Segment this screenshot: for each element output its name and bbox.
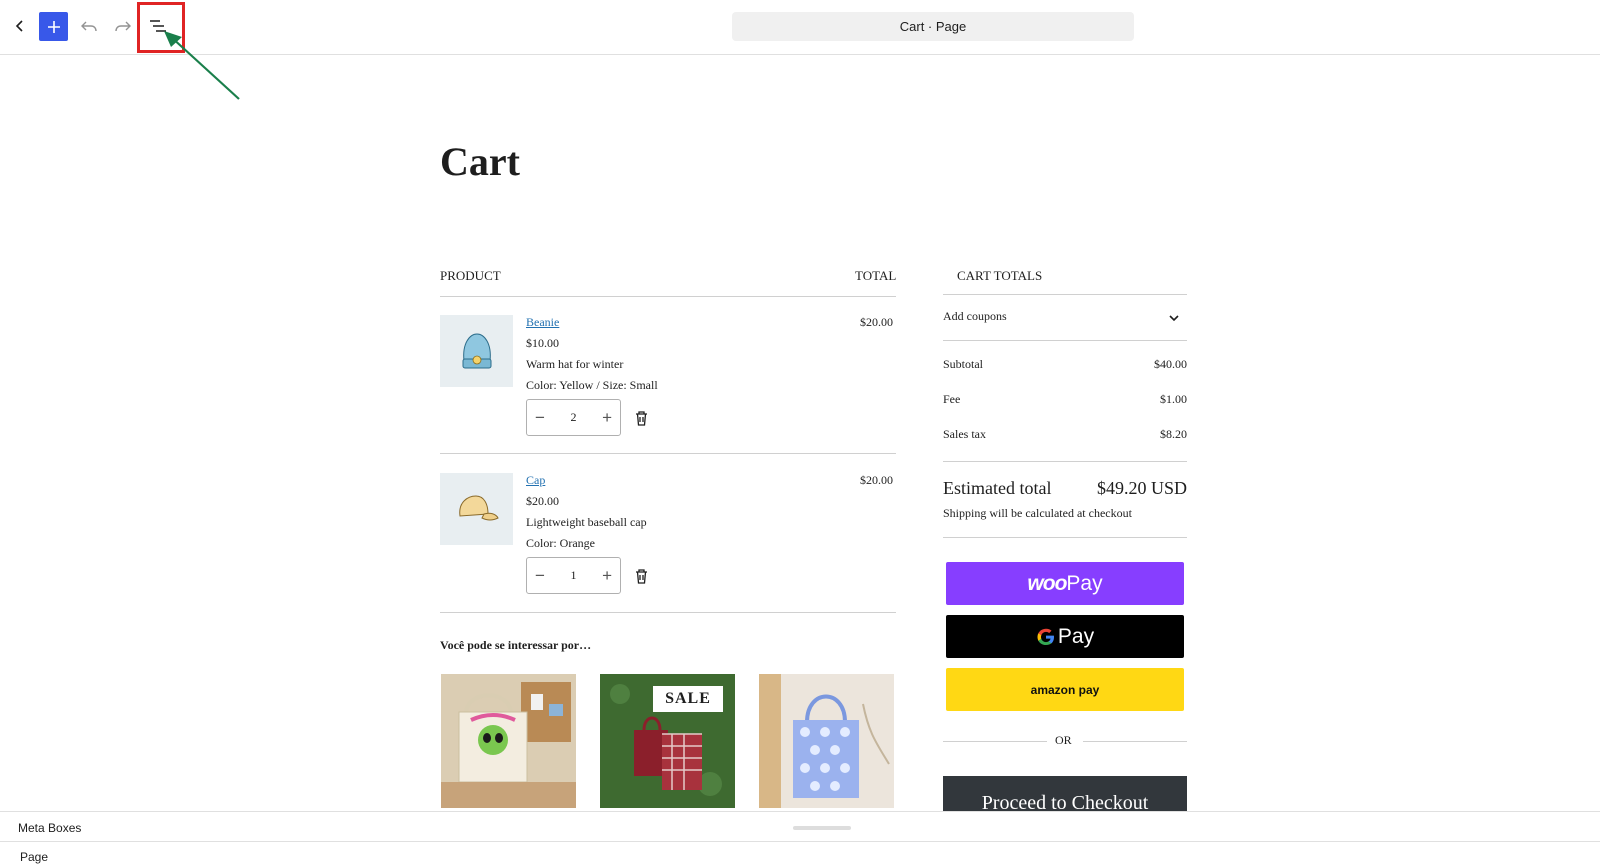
divider — [440, 612, 896, 613]
google-pay-label: Pay — [1057, 624, 1095, 648]
divider — [440, 296, 896, 297]
meta-box-page[interactable]: Page — [20, 850, 48, 864]
resize-handle[interactable] — [793, 826, 851, 830]
beanie-image — [462, 333, 491, 369]
quantity-value[interactable]: 1 — [571, 568, 577, 583]
or-separator: OR — [1055, 733, 1072, 747]
product-column-header: PRODUCT — [440, 268, 501, 283]
woopay-label: Pay — [1066, 571, 1103, 595]
product-attributes: Color: Yellow / Size: Small — [526, 378, 658, 392]
add-coupons-toggle[interactable]: Add coupons — [943, 309, 1007, 324]
decrease-quantity-button[interactable]: − — [535, 408, 545, 428]
increase-quantity-button[interactable]: + — [602, 408, 612, 428]
shipping-note: Shipping will be calculated at checkout — [943, 506, 1132, 520]
cart-totals-title: CART TOTALS — [957, 268, 1043, 283]
sales-tax-value: $8.20 — [1160, 427, 1187, 441]
product-link-cap[interactable]: Cap — [526, 473, 545, 488]
divider — [943, 741, 1047, 742]
divider — [943, 340, 1187, 341]
document-title-bar[interactable]: Cart · Page — [732, 12, 1134, 41]
product-description: Warm hat for winter — [526, 357, 624, 371]
plus-icon — [47, 20, 60, 33]
divider — [943, 461, 1187, 462]
meta-boxes-title[interactable]: Meta Boxes — [18, 821, 81, 835]
arrow-annotation-icon — [164, 31, 240, 100]
undo-icon — [81, 21, 97, 32]
fee-label: Fee — [943, 392, 961, 406]
divider — [943, 537, 1187, 538]
product-attributes: Color: Orange — [526, 536, 595, 550]
sales-tax-label: Sales tax — [943, 427, 986, 441]
redo-button[interactable] — [108, 11, 138, 41]
chevron-down-icon[interactable] — [1168, 312, 1180, 324]
divider — [1083, 741, 1187, 742]
divider — [0, 841, 1600, 842]
sale-badge: SALE — [653, 686, 723, 712]
recommended-product[interactable]: SALE — [600, 674, 735, 808]
product-thumbnail[interactable] — [440, 315, 513, 387]
cap-image — [458, 495, 499, 521]
add-block-button[interactable] — [39, 12, 68, 41]
woopay-logo: woo — [1027, 571, 1067, 595]
woopay-button[interactable]: woo Pay — [946, 562, 1184, 605]
quantity-value[interactable]: 2 — [571, 410, 577, 425]
estimated-total-value: $49.20 USD — [1096, 478, 1187, 498]
google-g-icon — [1037, 628, 1054, 645]
line-total: $20.00 — [860, 473, 893, 487]
fee-value: $1.00 — [1160, 392, 1187, 406]
editor-toolbar: Cart · Page — [0, 0, 1600, 100]
tote-bag-blue-image — [759, 674, 894, 808]
amazon-pay-label: amazon pay — [1030, 682, 1100, 697]
divider — [440, 453, 896, 454]
document-title: Cart · Page — [899, 19, 967, 34]
product-price: $20.00 — [526, 494, 559, 508]
google-pay-button[interactable]: Pay — [946, 615, 1184, 658]
recommendations-title: Você pode se interessar por… — [440, 638, 592, 652]
product-description: Lightweight baseball cap — [526, 515, 647, 529]
amazon-pay-button[interactable]: amazon pay — [946, 668, 1184, 711]
decrease-quantity-button[interactable]: − — [535, 566, 545, 586]
divider — [943, 294, 1187, 295]
trash-icon[interactable] — [635, 569, 648, 584]
meta-boxes-panel: Meta Boxes Page — [0, 811, 1600, 866]
page-title[interactable]: Cart — [440, 138, 520, 185]
back-button[interactable] — [5, 11, 35, 41]
quantity-stepper: − 1 + — [526, 557, 621, 594]
product-thumbnail[interactable] — [440, 473, 513, 545]
redo-icon — [115, 21, 131, 32]
quantity-stepper: − 2 + — [526, 399, 621, 436]
undo-button[interactable] — [74, 11, 104, 41]
estimated-total-label: Estimated total — [943, 478, 1052, 498]
trash-icon[interactable] — [635, 411, 648, 426]
recommended-product[interactable] — [759, 674, 894, 808]
subtotal-value: $40.00 — [1154, 357, 1187, 371]
product-price: $10.00 — [526, 336, 559, 350]
total-column-header: TOTAL — [855, 268, 897, 283]
increase-quantity-button[interactable]: + — [602, 566, 612, 586]
subtotal-label: Subtotal — [943, 357, 984, 371]
recommended-product[interactable] — [441, 674, 576, 808]
line-total: $20.00 — [860, 315, 893, 329]
chevron-left-icon — [15, 20, 23, 32]
tote-bag-alien-image — [441, 674, 576, 808]
product-link-beanie[interactable]: Beanie — [526, 315, 559, 330]
